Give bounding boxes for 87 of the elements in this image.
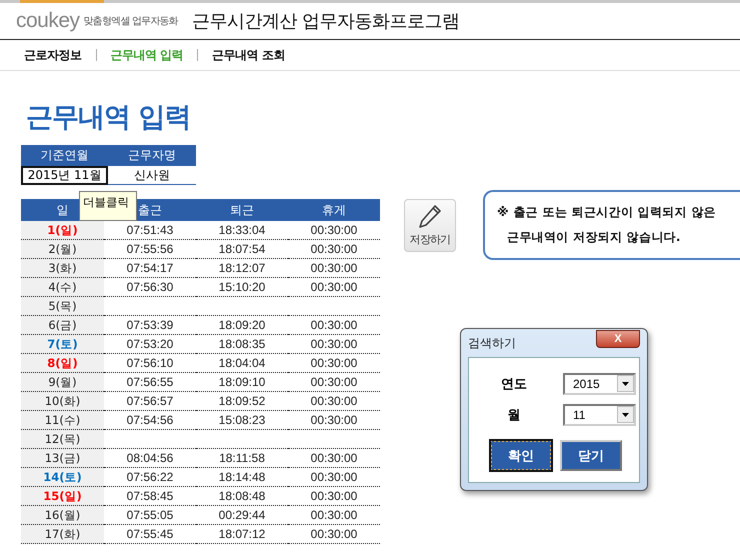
table-cell: 18:09:10 <box>196 373 288 392</box>
table-cell: 2(월) <box>21 240 104 259</box>
table-cell: 17(화) <box>21 525 104 544</box>
table-cell: 00:30:00 <box>288 506 380 525</box>
table-cell: 07:55:45 <box>104 525 196 544</box>
table-cell: 6(금) <box>21 316 104 335</box>
table-cell: 00:30:00 <box>288 373 380 392</box>
table-cell: 8(일) <box>21 354 104 373</box>
page-title: 근무내역 입력 <box>26 101 192 135</box>
column-header: 기준연월 <box>21 145 108 166</box>
column-header: 근무자명 <box>108 145 196 166</box>
table-cell: 18:07:12 <box>196 525 288 544</box>
table-cell: 5(목) <box>21 297 104 316</box>
table-cell[interactable]: 2015년 11월 <box>21 166 108 185</box>
table-cell: 10(화) <box>21 392 104 411</box>
caret-icon <box>617 375 634 392</box>
nav-tab[interactable]: 근로자정보 <box>24 46 82 64</box>
column-header: 휴게 <box>288 199 380 221</box>
table-cell: 18:11:58 <box>196 449 288 468</box>
tooltip: 더블클릭 <box>79 191 137 221</box>
table-cell: 07:55:56 <box>104 240 196 259</box>
table-cell: 13(금) <box>21 449 104 468</box>
dialog-button[interactable]: 닫기 <box>560 440 622 471</box>
table-cell: 18:08:48 <box>196 487 288 506</box>
table-cell: 00:30:00 <box>288 316 380 335</box>
table-cell: 00:30:00 <box>288 468 380 487</box>
table-cell: 07:56:10 <box>104 354 196 373</box>
table-cell: 07:54:56 <box>104 411 196 430</box>
table-cell: 1(일) <box>21 221 104 240</box>
table-cell: 00:30:00 <box>288 259 380 278</box>
table-cell: 00:30:00 <box>288 278 380 297</box>
table-cell: 16(월) <box>21 506 104 525</box>
table-cell: 18:14:48 <box>196 468 288 487</box>
table-cell: 18:04:04 <box>196 354 288 373</box>
table-cell: 18:09:52 <box>196 392 288 411</box>
table-cell: 07:56:30 <box>104 278 196 297</box>
nav-tab[interactable]: 근무내역 조회 <box>212 46 285 64</box>
table-cell: 00:30:00 <box>288 240 380 259</box>
table-cell: 07:58:45 <box>104 487 196 506</box>
dialog-button[interactable]: 확인 <box>490 440 552 471</box>
logo: coukey <box>16 9 80 33</box>
column-header: 퇴근 <box>196 199 288 221</box>
caret-icon <box>617 406 634 423</box>
table-cell: 18:08:35 <box>196 335 288 354</box>
table-cell: 14(토) <box>21 468 104 487</box>
table-cell: 4(수) <box>21 278 104 297</box>
dropdown[interactable]: 2015 <box>563 372 636 394</box>
table-cell: 00:30:00 <box>288 354 380 373</box>
table-cell: 00:30:00 <box>288 221 380 240</box>
table-cell: 00:30:00 <box>288 392 380 411</box>
table-cell: 9(월) <box>21 373 104 392</box>
tagline: 맞춤형엑셀 업무자동화 <box>84 15 178 28</box>
table-cell: 00:30:00 <box>288 525 380 544</box>
table-cell: 18:09:20 <box>196 316 288 335</box>
dialog-title: 검색하기 <box>468 334 516 352</box>
table-cell: 00:30:00 <box>288 411 380 430</box>
table-cell: 07:56:55 <box>104 373 196 392</box>
app-title: 근무시간계산 업무자동화프로그램 <box>192 10 460 33</box>
table-cell: 00:30:00 <box>288 335 380 354</box>
notice-text: 근무내역이 저장되지 않습니다. <box>506 229 682 246</box>
table-cell: 신사원 <box>108 166 196 185</box>
table-cell: 07:53:39 <box>104 316 196 335</box>
table-cell: 00:29:44 <box>196 506 288 525</box>
table-cell: 3(화) <box>21 259 104 278</box>
table-cell: 08:04:56 <box>104 449 196 468</box>
table-cell: 18:12:07 <box>196 259 288 278</box>
table-cell: 18:33:04 <box>196 221 288 240</box>
pencil-icon <box>418 204 442 230</box>
table-cell: 15:10:20 <box>196 278 288 297</box>
table-cell: 7(토) <box>21 335 104 354</box>
table-cell: 07:55:05 <box>104 506 196 525</box>
table-cell: 07:53:20 <box>104 335 196 354</box>
notice-text: ※ 출근 또는 퇴근시간이 입력되지 않은 <box>497 204 717 221</box>
table-cell: 07:54:17 <box>104 259 196 278</box>
table-cell: 12(목) <box>21 430 104 449</box>
field-label: 월 <box>506 406 522 424</box>
table-cell: 18:07:54 <box>196 240 288 259</box>
table-cell: 15:08:23 <box>196 411 288 430</box>
save-button[interactable]: 저장하기 <box>404 199 456 252</box>
table-cell: 07:56:57 <box>104 392 196 411</box>
table-cell: 11(수) <box>21 411 104 430</box>
dropdown[interactable]: 11 <box>563 404 636 426</box>
table-cell: 00:30:00 <box>288 487 380 506</box>
table-cell: 00:30:00 <box>288 449 380 468</box>
table-cell: 07:56:22 <box>104 468 196 487</box>
table-cell: 15(일) <box>21 487 104 506</box>
field-label: 연도 <box>500 376 528 392</box>
